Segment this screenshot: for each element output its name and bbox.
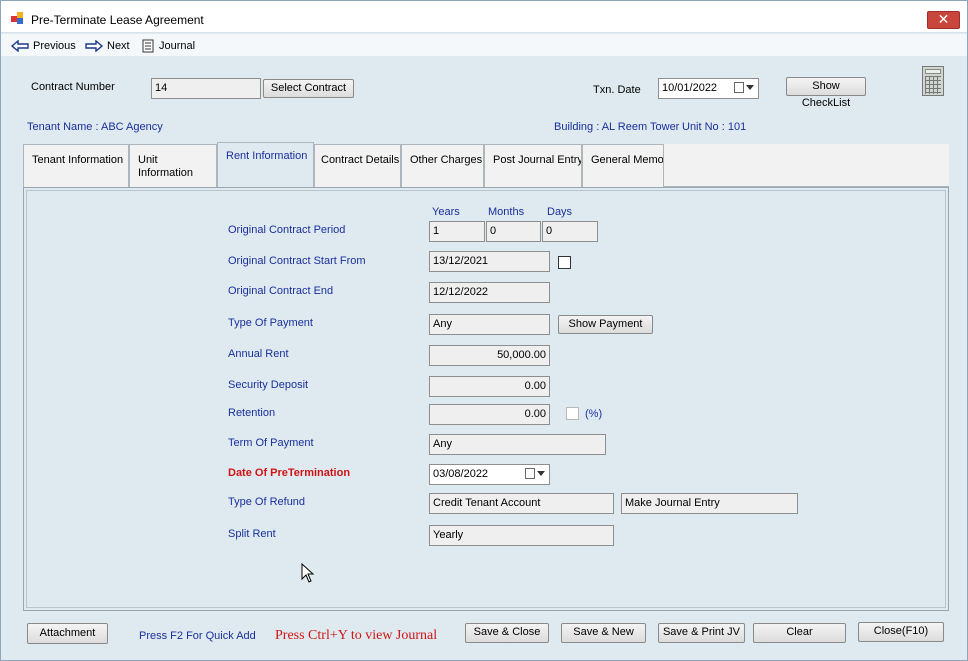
- contract-start-checkbox[interactable]: [558, 256, 571, 269]
- term-of-payment-label: Term Of Payment: [228, 437, 314, 449]
- type-of-refund-label: Type Of Refund: [228, 496, 306, 508]
- retention-field[interactable]: 0.00: [429, 404, 550, 425]
- original-period-label: Original Contract Period: [228, 224, 346, 236]
- close-button[interactable]: Close(F10): [858, 622, 944, 642]
- retention-percent-checkbox[interactable]: [566, 407, 579, 420]
- tenant-name: Tenant Name : ABC Agency: [27, 121, 163, 133]
- pretermination-date-picker[interactable]: 03/08/2022: [429, 464, 550, 485]
- calendar-dropdown-icon[interactable]: [525, 468, 545, 479]
- tab-other-charges[interactable]: Other Charges: [401, 144, 484, 187]
- show-payment-button[interactable]: Show Payment: [558, 315, 653, 334]
- tab-strip-filler: [664, 144, 949, 187]
- contract-number-label: Contract Number: [31, 81, 115, 93]
- save-new-button[interactable]: Save & New: [561, 623, 646, 643]
- split-rent-label: Split Rent: [228, 528, 276, 540]
- contract-start-label: Original Contract Start From: [228, 255, 366, 267]
- period-days-field[interactable]: 0: [542, 221, 598, 242]
- tab-tenant-information[interactable]: Tenant Information: [23, 144, 129, 187]
- journal-button[interactable]: Journal: [141, 38, 195, 54]
- next-button[interactable]: Next: [85, 38, 130, 54]
- security-deposit-field[interactable]: 0.00: [429, 376, 550, 397]
- arrow-right-icon: [85, 40, 103, 52]
- nav-toolbar: Previous Next Journal: [1, 34, 967, 56]
- days-header: Days: [547, 206, 573, 218]
- arrow-left-icon: [11, 40, 29, 52]
- window-close-button[interactable]: ✕: [927, 11, 960, 29]
- app-icon: [11, 12, 25, 24]
- unit-number: Unit No : 101: [682, 121, 747, 133]
- view-journal-hint: Press Ctrl+Y to view Journal: [275, 628, 438, 643]
- select-contract-button[interactable]: Select Contract: [263, 79, 354, 98]
- security-deposit-label: Security Deposit: [228, 379, 309, 391]
- tab-general-memo[interactable]: General Memo: [582, 144, 664, 187]
- txn-date-value: 10/01/2022: [662, 82, 718, 94]
- window-title: Pre-Terminate Lease Agreement: [31, 13, 204, 27]
- annual-rent-label: Annual Rent: [228, 348, 289, 360]
- next-label: Next: [107, 40, 130, 52]
- previous-label: Previous: [33, 40, 76, 52]
- clear-button[interactable]: Clear: [753, 623, 846, 643]
- months-header: Months: [488, 206, 525, 218]
- attachment-button[interactable]: Attachment: [27, 623, 108, 644]
- journal-icon: [142, 39, 154, 53]
- type-of-refund-field[interactable]: Credit Tenant Account: [429, 493, 614, 514]
- contract-end-field[interactable]: 12/12/2022: [429, 282, 550, 303]
- tab-post-journal-entry[interactable]: Post Journal Entry: [484, 144, 582, 187]
- building-name: Building : AL Reem Tower: [554, 121, 680, 133]
- type-of-payment-field[interactable]: Any: [429, 314, 550, 335]
- save-close-button[interactable]: Save & Close: [465, 623, 549, 643]
- annual-rent-field[interactable]: 50,000.00: [429, 345, 550, 366]
- quick-add-hint: Press F2 For Quick Add: [139, 630, 256, 642]
- pre-terminate-lease-window: Pre-Terminate Lease Agreement ✕ Previous…: [0, 0, 968, 661]
- title-bar: Pre-Terminate Lease Agreement ✕: [1, 1, 967, 33]
- journal-label: Journal: [159, 40, 196, 52]
- show-checklist-button[interactable]: Show CheckList: [786, 77, 866, 109]
- tab-contract-details[interactable]: Contract Details: [314, 144, 401, 187]
- save-print-jv-button[interactable]: Save & Print JV: [658, 623, 745, 643]
- retention-percent-label: (%): [585, 408, 603, 420]
- retention-label: Retention: [228, 407, 276, 419]
- mouse-cursor-icon: [301, 563, 315, 583]
- pretermination-date-value: 03/08/2022: [433, 468, 489, 480]
- period-years-field[interactable]: 1: [429, 221, 485, 242]
- tab-unit-information[interactable]: Unit Information: [129, 144, 217, 187]
- split-rent-field[interactable]: Yearly: [429, 525, 614, 546]
- previous-button[interactable]: Previous: [11, 38, 76, 54]
- contract-start-field[interactable]: 13/12/2021: [429, 251, 550, 272]
- contract-end-label: Original Contract End: [228, 285, 334, 297]
- calendar-dropdown-icon[interactable]: [734, 82, 754, 93]
- type-of-payment-label: Type Of Payment: [228, 317, 313, 329]
- term-of-payment-field[interactable]: Any: [429, 434, 606, 455]
- pretermination-date-label: Date Of PreTermination: [228, 467, 351, 479]
- calculator-icon[interactable]: [922, 66, 944, 96]
- years-header: Years: [432, 206, 460, 218]
- journal-entry-field[interactable]: Make Journal Entry: [621, 493, 798, 514]
- contract-number-field[interactable]: 14: [151, 78, 261, 99]
- txn-date-picker[interactable]: 10/01/2022: [658, 78, 759, 99]
- txn-date-label: Txn. Date: [593, 84, 641, 96]
- tab-rent-information[interactable]: Rent Information: [217, 142, 314, 188]
- period-months-field[interactable]: 0: [486, 221, 541, 242]
